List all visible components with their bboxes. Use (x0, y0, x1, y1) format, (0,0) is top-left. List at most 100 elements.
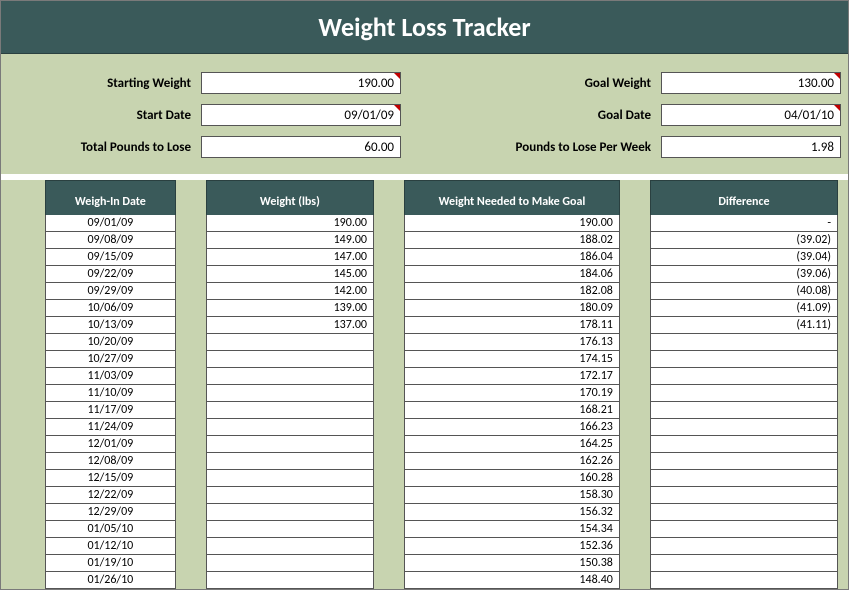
difference-cell[interactable]: (40.08) (650, 283, 838, 300)
date-cell[interactable]: 10/13/09 (45, 317, 176, 334)
goal-cell[interactable]: 190.00 (404, 215, 620, 232)
goal-cell[interactable]: 174.15 (404, 351, 620, 368)
weight-cell[interactable] (206, 521, 374, 538)
goal-cell[interactable]: 176.13 (404, 334, 620, 351)
difference-column: Difference -(39.02)(39.04)(39.06)(40.08)… (650, 180, 838, 589)
goal-cell[interactable]: 150.38 (404, 555, 620, 572)
goal-date-cell[interactable]: 04/01/10 (661, 104, 841, 126)
date-cell[interactable]: 12/08/09 (45, 453, 176, 470)
difference-cell[interactable]: (41.09) (650, 300, 838, 317)
weight-cell[interactable] (206, 334, 374, 351)
difference-cell[interactable] (650, 504, 838, 521)
goal-cell[interactable]: 178.11 (404, 317, 620, 334)
weight-cell[interactable] (206, 538, 374, 555)
date-cell[interactable]: 12/29/09 (45, 504, 176, 521)
date-cell[interactable]: 10/06/09 (45, 300, 176, 317)
weight-cell[interactable] (206, 368, 374, 385)
goal-cell[interactable]: 186.04 (404, 249, 620, 266)
goal-date-label: Goal Date (461, 108, 661, 123)
date-cell[interactable]: 11/03/09 (45, 368, 176, 385)
difference-cell[interactable] (650, 453, 838, 470)
goal-cell[interactable]: 188.02 (404, 232, 620, 249)
weight-cell[interactable] (206, 419, 374, 436)
goal-cell[interactable]: 152.36 (404, 538, 620, 555)
difference-cell[interactable] (650, 521, 838, 538)
weight-cell[interactable]: 137.00 (206, 317, 374, 334)
weight-cell[interactable]: 190.00 (206, 215, 374, 232)
difference-cell[interactable] (650, 538, 838, 555)
weight-cell[interactable] (206, 385, 374, 402)
date-cell[interactable]: 01/12/10 (45, 538, 176, 555)
goal-cell[interactable]: 158.30 (404, 487, 620, 504)
weight-cell[interactable]: 142.00 (206, 283, 374, 300)
goal-cell[interactable]: 164.25 (404, 436, 620, 453)
date-cell[interactable]: 09/22/09 (45, 266, 176, 283)
goal-cell[interactable]: 148.40 (404, 572, 620, 589)
difference-cell[interactable]: (39.04) (650, 249, 838, 266)
goal-cell[interactable]: 184.06 (404, 266, 620, 283)
goal-weight-label: Goal Weight (461, 76, 661, 91)
weight-cell[interactable]: 147.00 (206, 249, 374, 266)
goal-cell[interactable]: 168.21 (404, 402, 620, 419)
per-week-cell[interactable]: 1.98 (661, 136, 841, 158)
weight-cell[interactable] (206, 453, 374, 470)
weight-cell[interactable]: 149.00 (206, 232, 374, 249)
total-lose-cell[interactable]: 60.00 (201, 136, 401, 158)
difference-column-header: Difference (650, 180, 838, 215)
difference-cell[interactable] (650, 555, 838, 572)
difference-cell[interactable] (650, 368, 838, 385)
date-cell[interactable]: 11/17/09 (45, 402, 176, 419)
difference-cell[interactable] (650, 334, 838, 351)
date-cell[interactable]: 11/10/09 (45, 385, 176, 402)
difference-cell[interactable] (650, 385, 838, 402)
difference-cell[interactable] (650, 487, 838, 504)
difference-cell[interactable] (650, 572, 838, 589)
difference-cell[interactable]: (39.02) (650, 232, 838, 249)
difference-cell[interactable]: (41.11) (650, 317, 838, 334)
weight-cell[interactable] (206, 555, 374, 572)
date-cell[interactable]: 12/15/09 (45, 470, 176, 487)
date-cell[interactable]: 10/20/09 (45, 334, 176, 351)
date-cell[interactable]: 09/15/09 (45, 249, 176, 266)
date-cell[interactable]: 09/08/09 (45, 232, 176, 249)
difference-cell[interactable] (650, 436, 838, 453)
goal-cell[interactable]: 154.34 (404, 521, 620, 538)
weight-cell[interactable] (206, 504, 374, 521)
difference-cell[interactable] (650, 419, 838, 436)
date-cell[interactable]: 09/29/09 (45, 283, 176, 300)
weight-cell[interactable] (206, 470, 374, 487)
difference-cell[interactable]: - (650, 215, 838, 232)
weight-cell[interactable] (206, 351, 374, 368)
weight-cell[interactable]: 145.00 (206, 266, 374, 283)
weight-cell[interactable] (206, 572, 374, 589)
goal-cell[interactable]: 166.23 (404, 419, 620, 436)
goal-cell[interactable]: 172.17 (404, 368, 620, 385)
date-cell[interactable]: 01/26/10 (45, 572, 176, 589)
weight-cell[interactable]: 139.00 (206, 300, 374, 317)
difference-cell[interactable] (650, 402, 838, 419)
start-date-cell[interactable]: 09/01/09 (201, 104, 401, 126)
goal-cell[interactable]: 170.19 (404, 385, 620, 402)
difference-cell[interactable] (650, 470, 838, 487)
date-cell[interactable]: 01/05/10 (45, 521, 176, 538)
weight-cell[interactable] (206, 402, 374, 419)
goal-cell[interactable]: 182.08 (404, 283, 620, 300)
difference-cell[interactable] (650, 351, 838, 368)
goal-cell[interactable]: 162.26 (404, 453, 620, 470)
start-date-label: Start Date (21, 108, 201, 123)
goal-weight-cell[interactable]: 130.00 (661, 72, 841, 94)
date-cell[interactable]: 11/24/09 (45, 419, 176, 436)
starting-weight-cell[interactable]: 190.00 (201, 72, 401, 94)
goal-cell[interactable]: 160.28 (404, 470, 620, 487)
date-cell[interactable]: 01/19/10 (45, 555, 176, 572)
difference-cell[interactable]: (39.06) (650, 266, 838, 283)
goal-cell[interactable]: 156.32 (404, 504, 620, 521)
date-cell[interactable]: 12/01/09 (45, 436, 176, 453)
date-cell[interactable]: 09/01/09 (45, 215, 176, 232)
date-cell[interactable]: 12/22/09 (45, 487, 176, 504)
date-cell[interactable]: 10/27/09 (45, 351, 176, 368)
weight-cell[interactable] (206, 487, 374, 504)
summary-panel: Starting Weight 190.00 Goal Weight 130.0… (1, 54, 848, 174)
weight-cell[interactable] (206, 436, 374, 453)
goal-cell[interactable]: 180.09 (404, 300, 620, 317)
